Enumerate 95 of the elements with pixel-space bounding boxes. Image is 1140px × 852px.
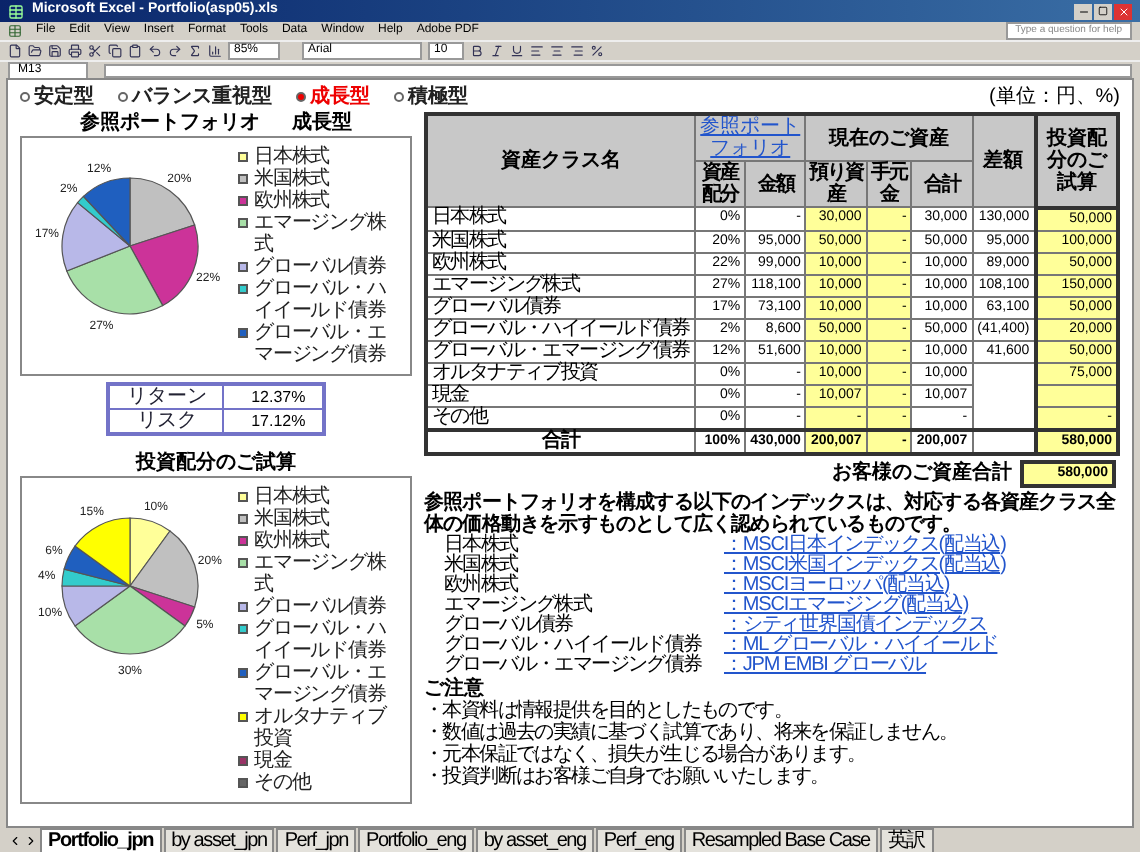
asset-name: オルタナティブ投資 [426, 362, 695, 384]
asset-name: グローバル・ハイイールド債券 [426, 318, 695, 340]
legend-label: 米国株式 [254, 508, 330, 530]
notes-title: ご注意 [424, 677, 486, 699]
index-link[interactable]: ：JPM EMBI グローバル [724, 655, 927, 675]
underline-icon[interactable] [510, 44, 524, 58]
index-asset: グローバル・ハイイールド債券 [444, 635, 704, 655]
sheet-tab[interactable]: by asset_eng [475, 827, 594, 852]
italic-icon[interactable] [490, 44, 504, 58]
profile-radio[interactable]: 成長型 [296, 85, 370, 107]
index-link[interactable]: ：ML グローバル・ハイイールド [724, 635, 998, 655]
legend-label: グローバル債券 [254, 256, 386, 278]
clipboard-icon[interactable] [128, 44, 142, 58]
legend-label: その他 [254, 772, 311, 794]
sigma-icon[interactable] [188, 44, 202, 58]
index-asset: 米国株式 [444, 555, 520, 575]
align-left-icon[interactable] [530, 44, 544, 58]
index-asset: エマージング株式 [444, 595, 594, 615]
maximize-icon [1098, 6, 1108, 16]
chart-title: 投資配分のご試算 [133, 452, 298, 476]
legend-label: 欧州株式 [254, 530, 330, 552]
unit-note: (単位：円、%) [988, 85, 1120, 107]
note-paragraph: ・本資料は情報提供を目的としたものです。 [424, 699, 795, 721]
profile-radio[interactable]: バランス重視型 [118, 85, 272, 107]
asset-name: グローバル・エマージング債券 [426, 340, 695, 362]
sheet-tab[interactable]: 英訳 [879, 827, 933, 852]
legend-label: グローバル・ハイイールド債券 [254, 278, 388, 322]
chart-profile: 成長型 [292, 112, 352, 136]
stat-label: リターン [108, 384, 224, 409]
legend-label: 米国株式 [254, 168, 330, 190]
profile-radio[interactable]: 積極型 [394, 85, 468, 107]
stat-value: 12.37% [223, 384, 324, 409]
redo-icon[interactable] [168, 44, 182, 58]
column-header: 投資配分のご試算 [1035, 114, 1118, 207]
sheet-tab[interactable]: Perf_jpn [276, 827, 356, 852]
legend-label: 日本株式 [254, 146, 330, 168]
legend-label: 欧州株式 [254, 190, 330, 212]
asset-name: 欧州株式 [426, 252, 695, 274]
note-paragraph: ・投資判断はお客様ご自身でお願いいたします。 [424, 765, 831, 787]
profile-radio[interactable]: 安定型 [20, 85, 94, 107]
index-asset: 欧州株式 [444, 575, 520, 595]
legend-label: グローバル・ハイイールド債券 [254, 618, 388, 662]
index-link[interactable]: ：MSCIヨーロッパ(配当込) [724, 575, 950, 595]
legend-label: エマージング株式 [254, 552, 388, 596]
note-paragraph: ・数値は過去の実績に基づく試算であり、将来を保証しません。 [424, 721, 960, 743]
sheet-tab[interactable]: Portfolio_eng [357, 827, 474, 852]
index-link[interactable]: ：MSCIエマージング(配当込) [724, 595, 969, 615]
maximize-button[interactable] [1094, 3, 1112, 19]
copy-icon[interactable] [108, 44, 122, 58]
chart-title: 参照ポートフォリオ [80, 112, 260, 136]
asset-name: 米国株式 [426, 230, 695, 252]
workbook-icon [8, 24, 22, 38]
sheet-tab[interactable]: Portfolio_jpn [40, 827, 162, 852]
sheet-tab[interactable]: by asset_jpn [163, 827, 275, 852]
scroll-right-icon[interactable] [24, 833, 38, 847]
index-link[interactable]: ：シティ世界国債インデックス [724, 615, 988, 635]
scroll-left-icon[interactable] [8, 833, 22, 847]
legend-label: 日本株式 [254, 486, 330, 508]
save-icon[interactable] [48, 44, 62, 58]
scissors-icon[interactable] [88, 44, 102, 58]
total-label: お客様のご資産合計 [832, 462, 1012, 484]
legend-label: グローバル・エマージング債券 [254, 662, 386, 706]
printer-icon[interactable] [68, 44, 82, 58]
legend-label: グローバル・エマージング債券 [254, 322, 388, 366]
legend-label: 現金 [254, 750, 292, 772]
bar-chart-icon[interactable] [208, 44, 222, 58]
legend-label: オルタナティブ投資 [254, 706, 389, 750]
percent-icon[interactable] [590, 44, 604, 58]
minimize-button[interactable] [1074, 3, 1092, 19]
sheet-tab[interactable]: Resampled Base Case [683, 827, 878, 852]
align-center-icon[interactable] [550, 44, 564, 58]
asset-name: エマージング株式 [426, 274, 695, 296]
bold-icon[interactable] [470, 44, 484, 58]
legend-label: エマージング株式 [254, 212, 388, 256]
formula-field[interactable] [104, 63, 1132, 77]
index-link[interactable]: ：MSCI日本インデックス(配当込) [724, 535, 1006, 555]
index-link[interactable]: ：MSCI米国インデックス(配当込) [724, 555, 1006, 575]
asset-name: 現金 [426, 384, 695, 406]
asset-name: グローバル債券 [426, 296, 695, 318]
align-right-icon[interactable] [570, 44, 584, 58]
note-paragraph: ・元本保証ではなく、損失が生じる場合があります。 [424, 743, 868, 765]
close-icon [1117, 5, 1129, 17]
folder-icon[interactable] [28, 44, 42, 58]
column-header: 資産クラス名 [426, 114, 695, 207]
index-note: 参照ポートフォリオを構成する以下のインデックスは、対応する各資産クラス全体の価格動きを示すものとして広く認められているものです。 [424, 491, 1118, 535]
undo-icon[interactable] [148, 44, 162, 58]
index-asset: 日本株式 [444, 535, 519, 555]
minimize-icon [1077, 5, 1089, 17]
index-asset: グローバル・エマージング債券 [444, 655, 704, 675]
sheet-tab[interactable]: Perf_eng [595, 827, 682, 852]
asset-name: 日本株式 [426, 207, 695, 230]
legend-label: グローバル債券 [254, 596, 386, 618]
index-asset: グローバル債券 [444, 615, 575, 635]
new-file-icon[interactable] [8, 44, 22, 58]
close-button[interactable] [1114, 3, 1132, 19]
